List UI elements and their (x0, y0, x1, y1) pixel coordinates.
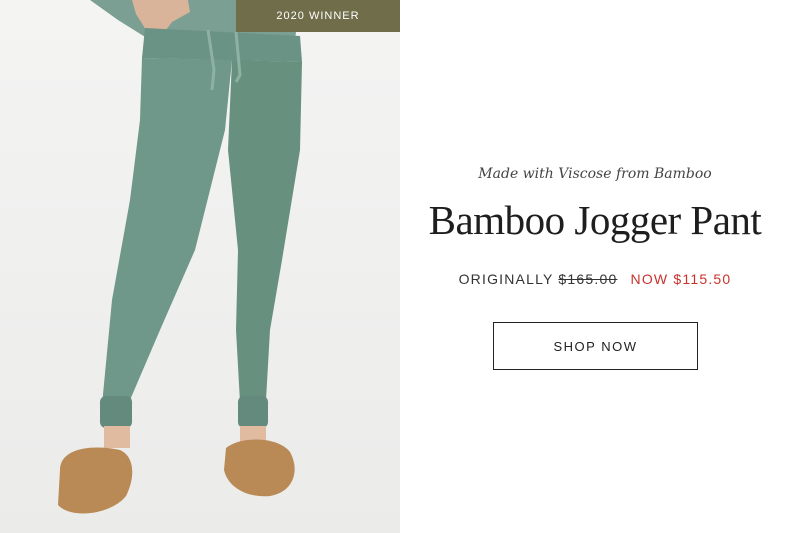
left-leg (102, 58, 232, 405)
price-now: NOW $115.50 (630, 271, 732, 287)
product-title[interactable]: Bamboo Jogger Pant (400, 196, 790, 244)
product-image-panel[interactable]: 2020 WINNER (0, 0, 400, 533)
winner-badge: 2020 WINNER (236, 0, 400, 32)
price-original-label: ORIGINALLY (458, 271, 554, 287)
product-tagline: Made with Viscose from Bamboo (478, 166, 712, 182)
right-leg (228, 60, 302, 402)
left-cuff (100, 396, 132, 428)
shop-now-button[interactable]: SHOP NOW (493, 322, 698, 370)
left-ankle (104, 426, 130, 448)
left-slipper (58, 447, 133, 514)
right-cuff (238, 396, 268, 428)
product-photo[interactable] (0, 0, 400, 533)
price-line: ORIGINALLY $165.00 NOW $115.50 (400, 271, 790, 287)
price-original: $165.00 (558, 271, 618, 287)
right-slipper (224, 439, 295, 497)
product-info-panel: Made with Viscose from Bamboo Bamboo Jog… (400, 0, 800, 533)
